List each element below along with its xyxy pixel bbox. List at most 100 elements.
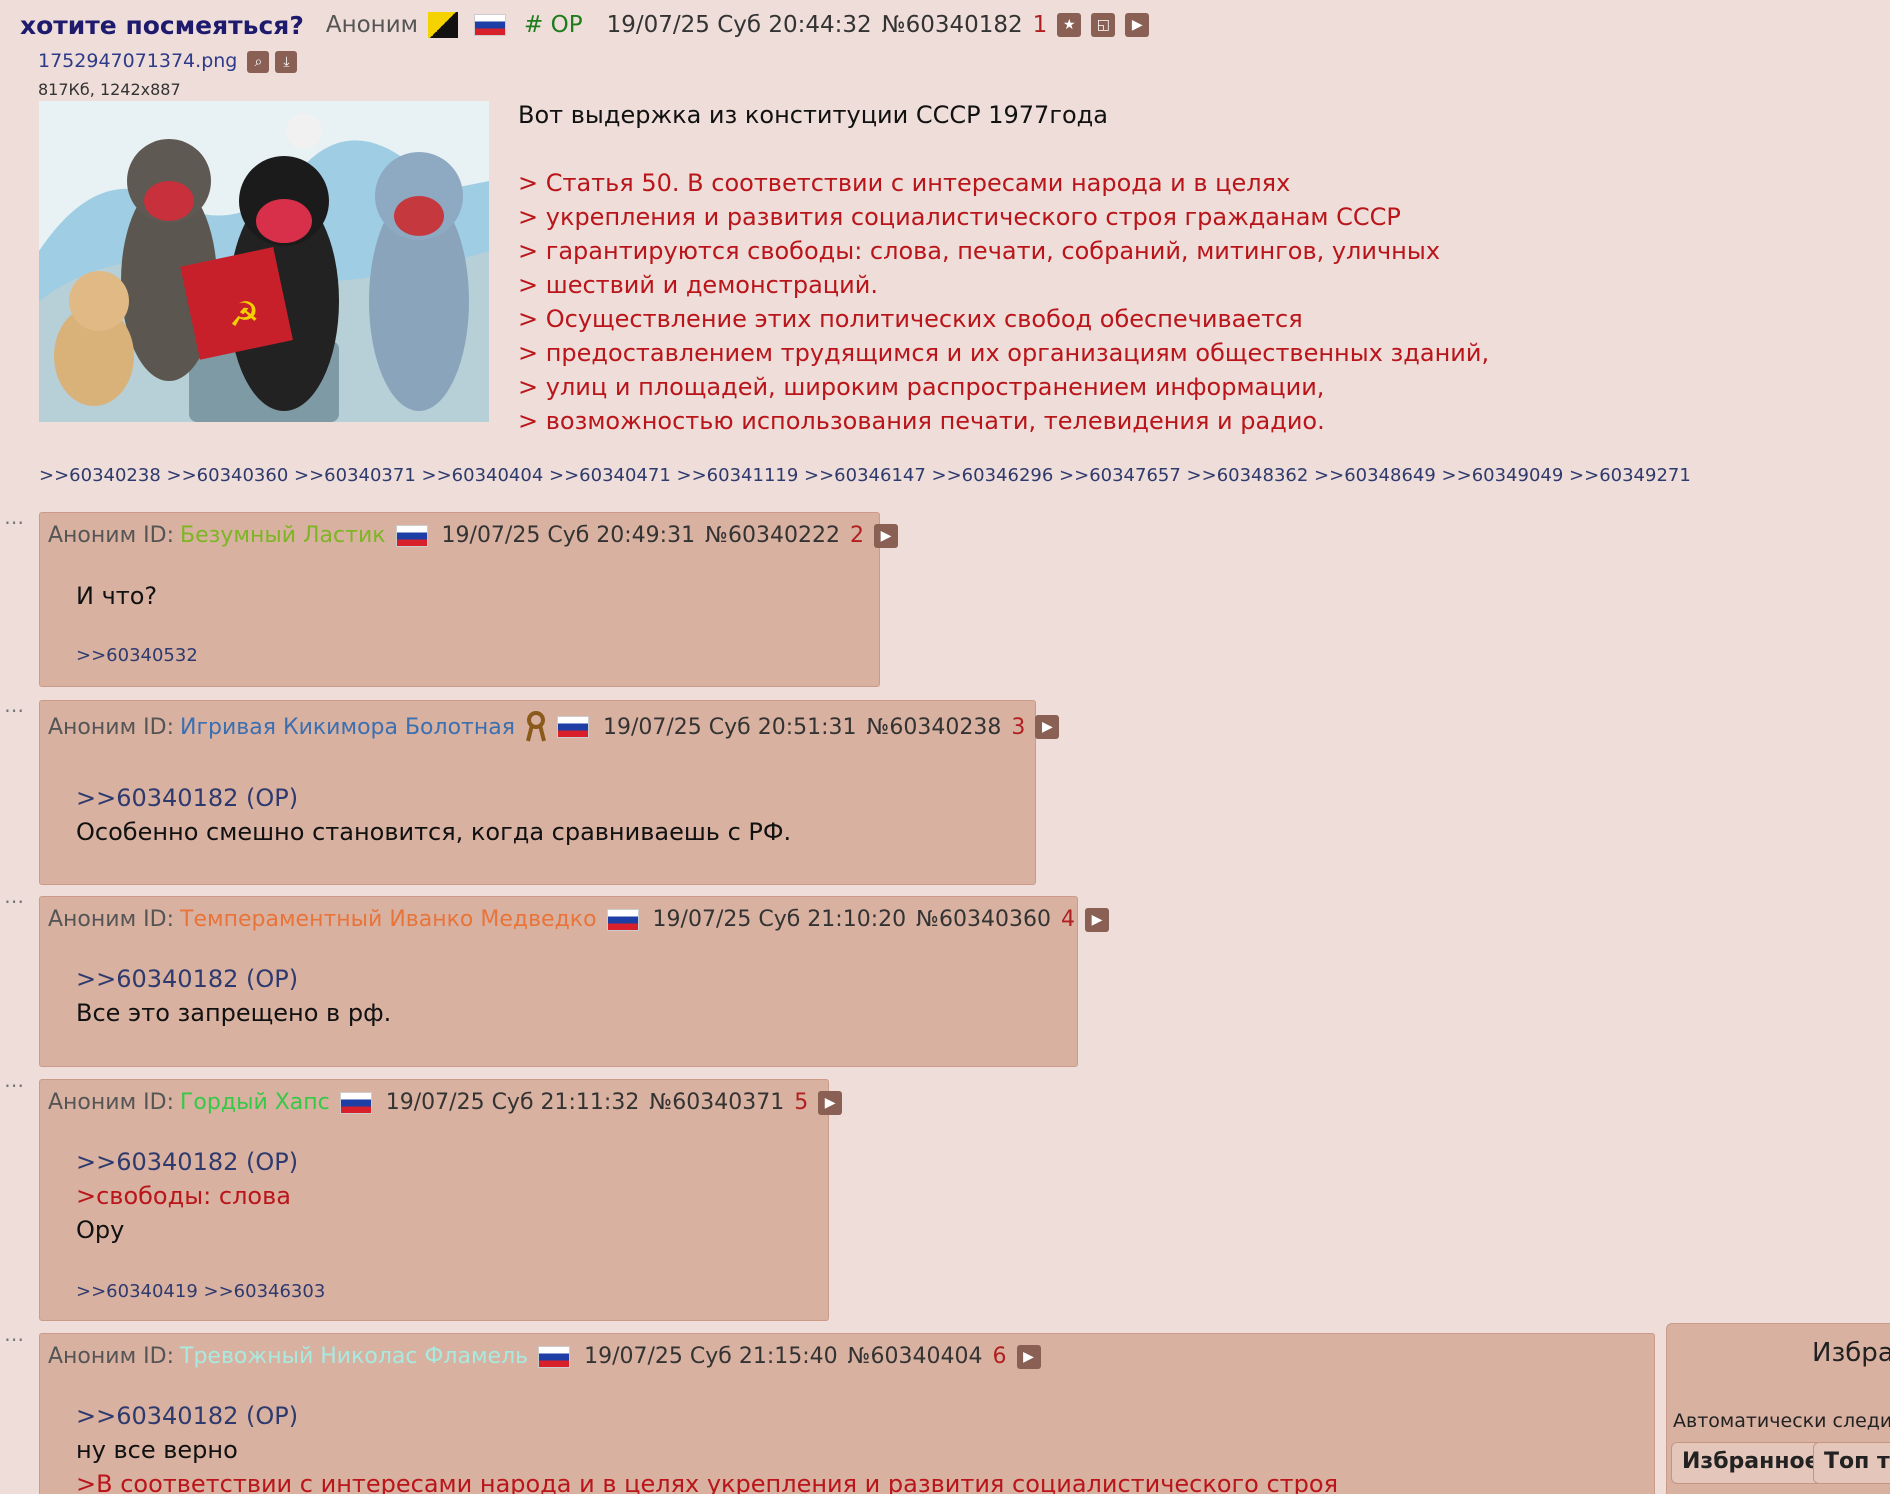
post-author: Аноним ID: — [48, 907, 175, 932]
post-author: Аноним ID: — [48, 714, 175, 740]
russia-flag-icon — [538, 1345, 571, 1368]
op-message: Вот выдержка из конституции СССР 1977год… — [518, 98, 1489, 438]
reply-post: Аноним ID: Темпераментный Иванко Медведк… — [39, 896, 1109, 1067]
op-quote-line: > Осуществление этих политических свобод… — [518, 305, 1303, 333]
op-quote-line: > гарантируются свободы: слова, печати, … — [518, 237, 1441, 265]
post-menu-icon[interactable]: ⋯ — [4, 510, 25, 534]
russia-flag-icon — [339, 1091, 372, 1114]
post-header: Аноним ID: Игривая Кикимора Болотная 19/… — [48, 711, 1060, 743]
reply-post: Аноним ID: Безумный Ластик 19/07/25 Суб … — [39, 512, 898, 687]
op-ordinal: 1 — [1032, 12, 1048, 38]
star-icon[interactable]: ★ — [1057, 13, 1082, 37]
post-ordinal: 5 — [794, 1090, 809, 1115]
post-quote: >свободы: слова — [76, 1182, 291, 1210]
op-quote-line: > укрепления и развития социалистическог… — [518, 203, 1401, 231]
post-body: >>60340182 (OP) Все это запрещено в рф. — [76, 962, 391, 1030]
op-quote-line: > улиц и площадей, широким распространен… — [518, 373, 1325, 401]
post-id-name: Безумный Ластик — [180, 523, 386, 548]
reply-post: Аноним ID: Игривая Кикимора Болотная 19/… — [39, 700, 1060, 885]
op-image-thumbnail[interactable]: ☭ — [39, 101, 489, 422]
post-reply-link[interactable]: >>60340182 (OP) — [76, 1145, 298, 1179]
post-author: Аноним ID: — [48, 1090, 175, 1115]
post-replies[interactable]: >>60340532 — [76, 645, 198, 666]
op-file-link[interactable]: 1752947071374.png — [38, 50, 237, 72]
post-text: Особенно смешно становится, когда сравни… — [76, 818, 792, 846]
svg-text:☭: ☭ — [229, 295, 259, 335]
op-quote-line: > шествий и демонстраций. — [518, 271, 878, 299]
favorites-panel: Избран Автоматически следить Избранное Т… — [1666, 1323, 1890, 1494]
reply-post: Аноним ID: Тревожный Николас Фламель 19/… — [39, 1333, 1655, 1494]
post-ordinal: 4 — [1060, 907, 1075, 932]
play-icon[interactable]: ▶ — [1016, 1344, 1041, 1369]
post-ordinal: 6 — [992, 1344, 1007, 1369]
post-menu-icon[interactable]: ⋯ — [4, 889, 25, 913]
post-date: 19/07/25 Суб 20:49:31 — [441, 523, 696, 548]
post-menu-icon[interactable]: ⋯ — [4, 1327, 25, 1351]
post-body: >>60340182 (OP) >свободы: слова Ору — [76, 1145, 298, 1247]
post-id-name: Темпераментный Иванко Медведко — [180, 907, 597, 932]
op-intro-text: Вот выдержка из конституции СССР 1977год… — [518, 101, 1108, 129]
thread-title: хотите посмеяться? — [20, 10, 304, 40]
tab-top-threads[interactable]: Топ тр — [1813, 1442, 1890, 1484]
post-reply-link[interactable]: >>60340182 (OP) — [76, 1399, 1338, 1433]
op-author: Аноним — [325, 12, 419, 38]
post-reply-link[interactable]: >>60340182 (OP) — [76, 781, 791, 815]
post-quote: >В соответствии с интересами народа и в … — [76, 1470, 1339, 1494]
play-icon[interactable]: ▶ — [873, 523, 898, 548]
reply-post: Аноним ID: Гордый Хапс 19/07/25 Суб 21:1… — [39, 1079, 843, 1321]
op-date: 19/07/25 Суб 20:44:32 — [606, 12, 872, 38]
ancap-flag-icon — [428, 12, 459, 38]
download-icon[interactable]: ⤓ — [275, 50, 298, 73]
op-header: хотите посмеяться? Аноним # OP 19/07/25 … — [20, 8, 1150, 42]
op-quote-line: > возможностью использования печати, тел… — [518, 407, 1325, 435]
post-replies[interactable]: >>60340419 >>60346303 — [76, 1281, 325, 1302]
ribbon-icon — [526, 711, 546, 742]
russia-flag-icon — [556, 716, 589, 738]
post-number[interactable]: №60340404 — [848, 1344, 983, 1369]
post-header: Аноним ID: Тревожный Николас Фламель 19/… — [48, 1344, 1041, 1369]
op-file-meta: 817Кб, 1242x887 — [38, 80, 181, 99]
post-id-name: Тревожный Николас Фламель — [180, 1344, 529, 1369]
expand-icon[interactable]: ◱ — [1091, 13, 1116, 37]
post-number[interactable]: №60340238 — [867, 715, 1002, 740]
post-text: ну все верно — [76, 1436, 238, 1464]
post-text: Все это запрещено в рф. — [76, 999, 392, 1027]
russia-flag-icon — [395, 524, 428, 547]
post-number[interactable]: №60340371 — [649, 1090, 784, 1115]
post-ordinal: 2 — [849, 523, 864, 548]
favorites-panel-title: Избран — [1812, 1338, 1890, 1368]
post-reply-link[interactable]: >>60340182 (OP) — [76, 962, 391, 996]
post-header: Аноним ID: Темпераментный Иванко Медведк… — [48, 907, 1109, 932]
op-post-number[interactable]: №60340182 — [882, 12, 1023, 38]
post-date: 19/07/25 Суб 20:51:31 — [602, 714, 857, 740]
play-icon[interactable]: ▶ — [1035, 715, 1060, 739]
op-quote-line: > Статья 50. В соответствии с интересами… — [518, 169, 1291, 197]
play-icon[interactable]: ▶ — [1084, 907, 1109, 932]
search-icon[interactable]: ⌕ — [247, 50, 270, 73]
play-icon[interactable]: ▶ — [818, 1090, 843, 1115]
op-replies-list[interactable]: >>60340238 >>60340360 >>60340371 >>60340… — [39, 465, 1691, 486]
post-number[interactable]: №60340360 — [916, 907, 1051, 932]
post-body: >>60340182 (OP) ну все верно >В соответс… — [76, 1399, 1338, 1494]
play-icon[interactable]: ▶ — [1125, 13, 1150, 37]
post-menu-icon[interactable]: ⋯ — [4, 1073, 25, 1097]
auto-follow-label[interactable]: Автоматически следить — [1673, 1410, 1890, 1432]
post-header: Аноним ID: Безумный Ластик 19/07/25 Суб … — [48, 523, 898, 548]
post-menu-icon[interactable]: ⋯ — [4, 698, 25, 722]
post-author: Аноним ID: — [48, 1344, 175, 1369]
post-text: Ору — [76, 1216, 125, 1244]
op-mark: # OP — [524, 12, 583, 38]
russia-flag-icon — [474, 14, 507, 36]
post-id-name: Игривая Кикимора Болотная — [180, 714, 515, 740]
russia-flag-icon — [606, 908, 639, 931]
post-date: 19/07/25 Суб 21:10:20 — [652, 907, 907, 932]
op-quote-line: > предоставлением трудящимся и их органи… — [518, 339, 1490, 367]
post-number[interactable]: №60340222 — [705, 523, 840, 548]
post-author: Аноним ID: — [48, 523, 175, 548]
post-body: И что? — [76, 582, 158, 610]
post-body: >>60340182 (OP) Особенно смешно становит… — [76, 781, 791, 849]
post-date: 19/07/25 Суб 21:15:40 — [584, 1344, 838, 1369]
post-id-name: Гордый Хапс — [180, 1090, 330, 1115]
post-ordinal: 3 — [1011, 714, 1026, 740]
tab-favorites[interactable]: Избранное — [1671, 1442, 1831, 1484]
